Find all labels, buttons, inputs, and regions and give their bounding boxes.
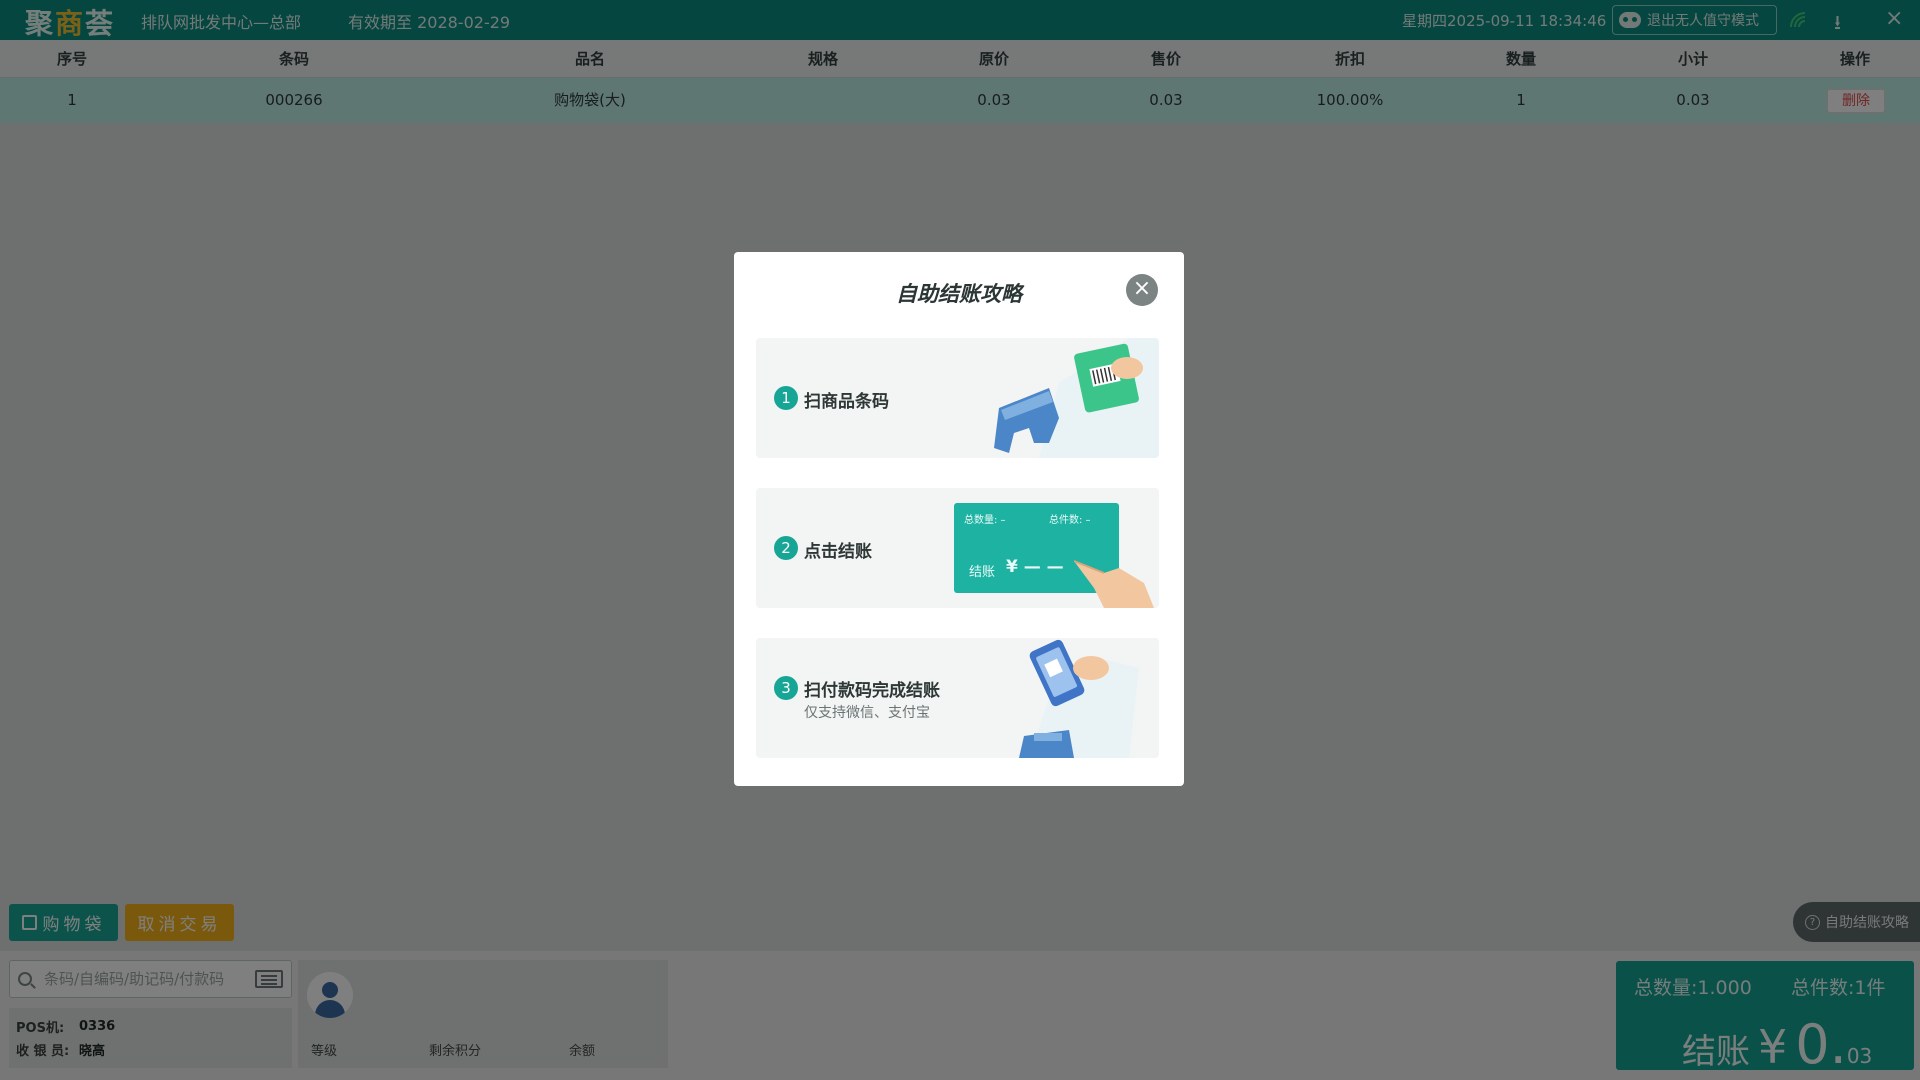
step-number: 1	[774, 386, 798, 410]
mini-checkout-label: 结账	[969, 565, 996, 580]
guide-step-scan-payment: 3 扫付款码完成结账 仅支持微信、支付宝	[756, 638, 1159, 758]
guide-step-scan-barcode: 1 扫商品条码	[756, 338, 1159, 458]
mini-checkout-amount: ¥ — —	[1006, 557, 1064, 577]
modal-title: 自助结账攻略	[896, 282, 1022, 306]
step-number: 3	[774, 676, 798, 700]
checkout-guide-modal: 自助结账攻略 × 1 扫商品条码 2 点击结账 总数量: – 总件数: – 结账…	[734, 252, 1184, 786]
mini-total-qty: 总数量: –	[964, 515, 1006, 526]
guide-step-click-checkout: 2 点击结账 总数量: – 总件数: – 结账 ¥ — —	[756, 488, 1159, 608]
step-label: 扫付款码完成结账	[804, 681, 940, 701]
barcode-scanner-icon	[994, 338, 1159, 458]
mini-total-pieces: 总件数: –	[1049, 515, 1091, 526]
step-label: 点击结账	[804, 542, 872, 562]
step-number: 2	[774, 536, 798, 560]
step-label: 扫商品条码	[804, 392, 889, 412]
pointing-hand-icon	[1074, 560, 1154, 608]
modal-close-button[interactable]: ×	[1126, 274, 1158, 306]
phone-payment-icon	[1019, 639, 1139, 758]
step-sub-label: 仅支持微信、支付宝	[804, 705, 930, 721]
